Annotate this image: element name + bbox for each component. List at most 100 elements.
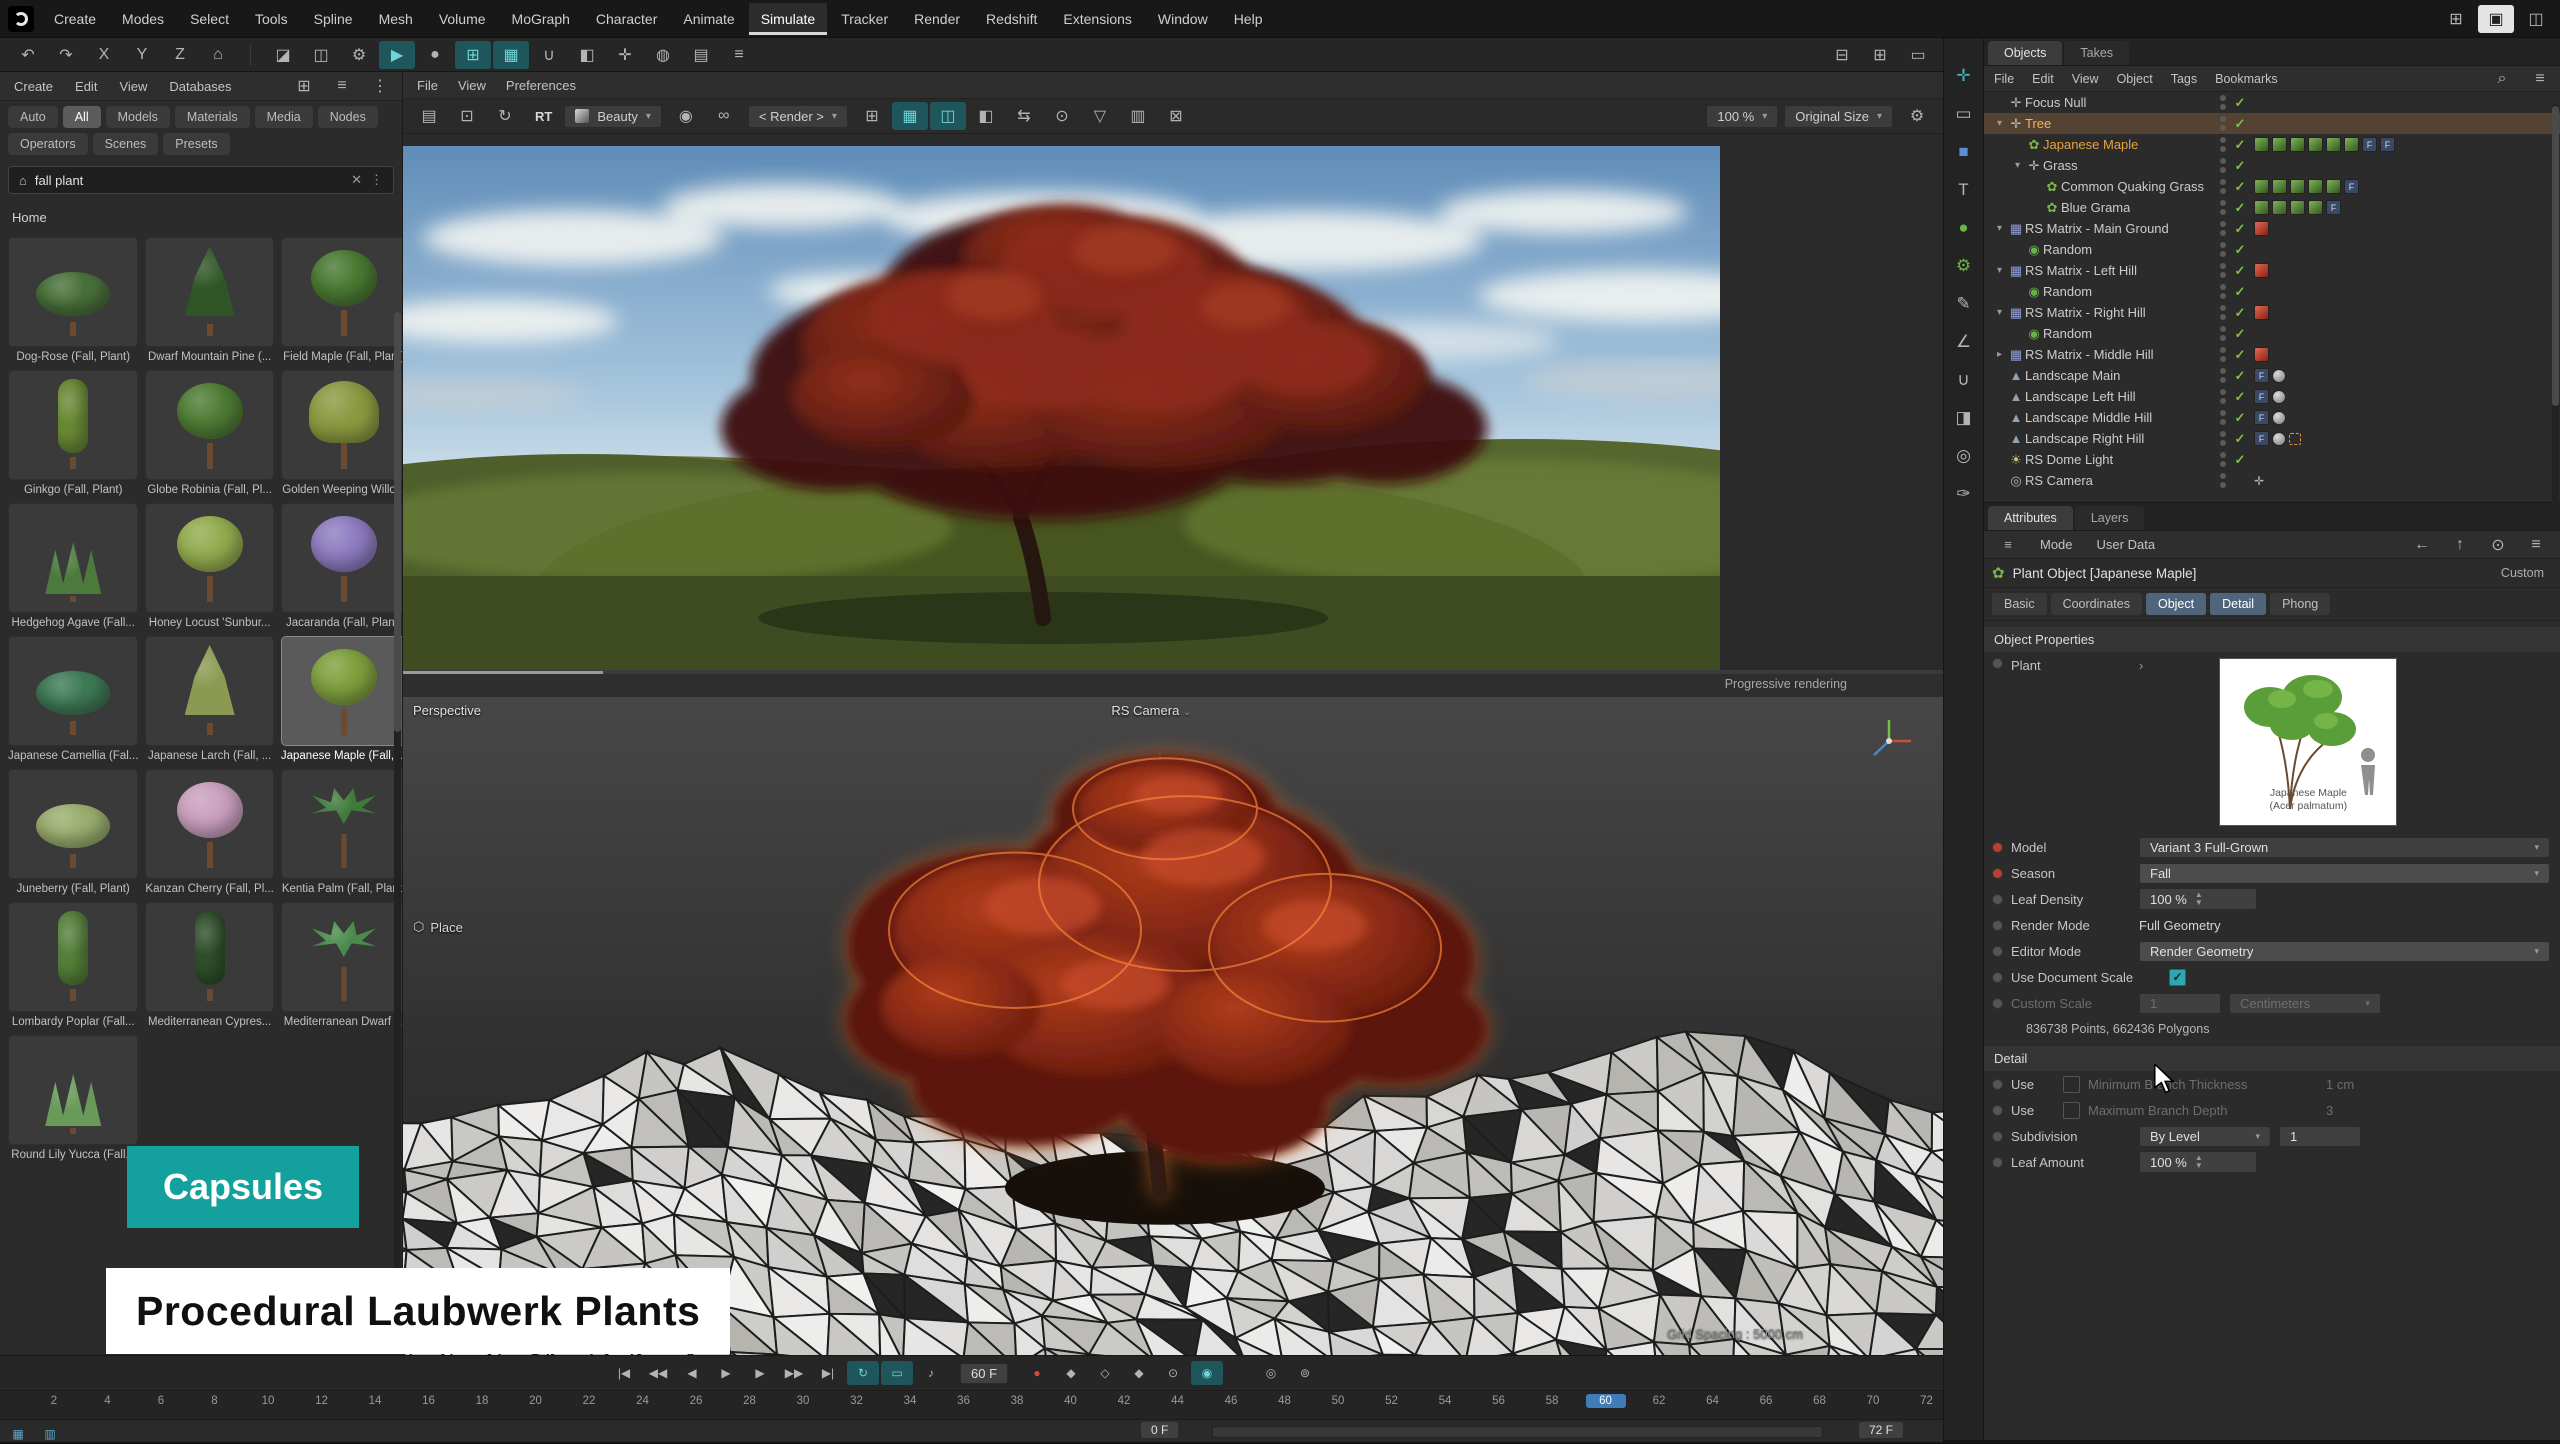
timeline-mini-icon[interactable]: ▦ (4, 1424, 32, 1444)
layer-toggle-dots[interactable] (2216, 137, 2230, 152)
timeline-tick[interactable]: 18 (462, 1395, 502, 1407)
range-track[interactable] (1212, 1426, 1823, 1438)
timeline-tick[interactable]: 36 (944, 1395, 984, 1407)
clear-search-icon[interactable]: ✕ (351, 172, 362, 188)
camera-tool-icon[interactable]: ◎ (1946, 442, 1982, 470)
material-chip[interactable] (2308, 200, 2323, 215)
spinner-icon[interactable]: ▲▼ (2195, 891, 2203, 907)
timeline-tick[interactable]: 56 (1479, 1395, 1519, 1407)
thumbnail-view-icon[interactable]: ⊞ (286, 72, 322, 100)
timeline-tick[interactable]: 16 (409, 1395, 449, 1407)
timeline-tick[interactable]: 38 (997, 1395, 1037, 1407)
leaf-density-field[interactable]: 100 % ▲▼ (2139, 888, 2257, 910)
menu-item[interactable]: Simulate (749, 3, 827, 35)
anim-dot[interactable] (1992, 946, 2003, 957)
menu-item[interactable]: Tags (2163, 70, 2205, 88)
grid-icon[interactable]: ⊞ (854, 102, 890, 130)
timeline-tick[interactable]: 54 (1425, 1395, 1465, 1407)
asset-plant-card[interactable]: Field Maple (Fall, Plant) (281, 237, 402, 363)
timeline-tick[interactable]: 66 (1746, 1395, 1786, 1407)
range-start-field[interactable]: 0 F (1140, 1421, 1179, 1439)
phong-tag-icon[interactable]: F (2380, 137, 2395, 152)
object-row[interactable]: ◉Random✓ (1984, 323, 2560, 344)
min-branch-checkbox[interactable]: ✓ (2063, 1076, 2080, 1093)
render-engine-select[interactable]: < Render > ▾ (748, 105, 848, 128)
max-branch-value[interactable]: 3 (2326, 1103, 2333, 1118)
compare-icon[interactable]: ◧ (968, 102, 1004, 130)
enabled-check-icon[interactable]: ✓ (2230, 200, 2250, 216)
material-chip[interactable] (2254, 137, 2269, 152)
menu-item[interactable]: Spline (302, 3, 365, 35)
key-rotation-icon[interactable]: ◆ (1123, 1361, 1155, 1385)
enabled-check-icon[interactable]: ✓ (2230, 326, 2250, 342)
rendered-image[interactable] (403, 146, 1720, 670)
material-chip[interactable] (2290, 179, 2305, 194)
link-icon[interactable]: ∞ (706, 102, 742, 130)
layout-quad-icon[interactable]: ⊞ (2438, 5, 2474, 33)
expand-arrow-icon[interactable]: › (2139, 658, 2143, 673)
timeline-ruler[interactable]: 2468101214161820222426283032343638404244… (0, 1390, 1943, 1420)
panel-tab[interactable]: Attributes (1988, 506, 2073, 530)
anim-dot[interactable] (1992, 972, 2003, 983)
snap-icon[interactable]: ⊞ (455, 41, 491, 69)
zoom-select[interactable]: 100 %▾ (1706, 105, 1778, 128)
search-options-icon[interactable]: ⋮ (370, 172, 383, 188)
timeline-tick[interactable]: 68 (1800, 1395, 1840, 1407)
timeline-tick[interactable]: 64 (1693, 1395, 1733, 1407)
cube-tool-icon[interactable]: ■ (1946, 138, 1982, 166)
material-chip[interactable] (2326, 179, 2341, 194)
leaf-amount-field[interactable]: 100 % ▲▼ (2139, 1151, 2257, 1173)
panel-tab[interactable]: Takes (2064, 41, 2129, 65)
anim-dot[interactable] (1992, 868, 2003, 879)
render-mode-value[interactable]: Full Geometry (2139, 918, 2221, 933)
expander-icon[interactable]: ▸ (1992, 349, 2007, 360)
object-row[interactable]: ▾▦RS Matrix - Left Hill✓ (1984, 260, 2560, 281)
workplane-icon[interactable]: ▦ (493, 41, 529, 69)
object-row[interactable]: ▲Landscape Left Hill✓F (1984, 386, 2560, 407)
phong-tag-icon[interactable]: F (2254, 368, 2269, 383)
texture-tag-icon[interactable] (2272, 390, 2286, 404)
histogram-icon[interactable]: ▥ (1120, 102, 1156, 130)
asset-plant-card[interactable]: Kanzan Cherry (Fall, Pl... (145, 769, 273, 895)
split-view-icon[interactable]: ◫ (930, 102, 966, 130)
section-detail[interactable]: Detail (1984, 1046, 2560, 1071)
material-chip[interactable] (2326, 137, 2341, 152)
expander-icon[interactable]: ▾ (1992, 118, 2007, 129)
layout-single-icon[interactable]: ▭ (1900, 41, 1936, 69)
menu-item[interactable]: Tracker (829, 3, 900, 35)
timeline-tick[interactable]: 4 (88, 1395, 128, 1407)
enabled-check-icon[interactable]: ✓ (2230, 284, 2250, 300)
timeline-tick[interactable]: 2 (34, 1395, 74, 1407)
panel-menu-icon[interactable]: ⋮ (362, 72, 398, 100)
mirror-icon[interactable]: ◧ (569, 41, 605, 69)
expander-icon[interactable]: ▾ (1992, 223, 2007, 234)
workspace-icon[interactable]: ▣ (2478, 5, 2514, 33)
anim-dot[interactable] (1992, 894, 2003, 905)
material-chip[interactable] (2254, 200, 2269, 215)
asset-plant-card[interactable]: Japanese Camellia (Fal... (8, 636, 138, 762)
rt-toggle[interactable]: RT (529, 109, 558, 124)
texture-tag-icon[interactable] (2272, 411, 2286, 425)
menu-item[interactable]: View (2064, 70, 2107, 88)
preview-range-icon[interactable]: ⊚ (1289, 1361, 1321, 1385)
timeline-tick[interactable]: 40 (1051, 1395, 1091, 1407)
timeline-tick[interactable]: 28 (730, 1395, 770, 1407)
timeline-tick[interactable]: 60 (1586, 1394, 1626, 1408)
record-icon[interactable]: ● (1021, 1361, 1053, 1385)
user-data-menu[interactable]: User Data (2087, 534, 2166, 555)
object-row[interactable]: ▲Landscape Main✓F (1984, 365, 2560, 386)
redshift-tag-icon[interactable] (2254, 305, 2269, 320)
timeline-tick[interactable]: 22 (569, 1395, 609, 1407)
layer-toggle-dots[interactable] (2216, 368, 2230, 383)
menu-item[interactable]: File (1986, 70, 2022, 88)
anim-dot[interactable] (1992, 1105, 2003, 1116)
filter-tab[interactable]: Nodes (318, 106, 378, 128)
object-row[interactable]: ◎RS Camera✛ (1984, 470, 2560, 491)
next-frame-icon[interactable]: ▶ (744, 1361, 776, 1385)
attr-menu-icon[interactable]: ≡ (2518, 531, 2554, 559)
asset-plant-card[interactable]: Honey Locust 'Sunbur... (145, 503, 273, 629)
enabled-check-icon[interactable]: ✓ (2230, 221, 2250, 237)
subdivision-level-field[interactable]: 1 (2279, 1126, 2361, 1147)
enabled-check-icon[interactable]: ✓ (2230, 263, 2250, 279)
axis-x-button[interactable]: X (86, 41, 122, 69)
